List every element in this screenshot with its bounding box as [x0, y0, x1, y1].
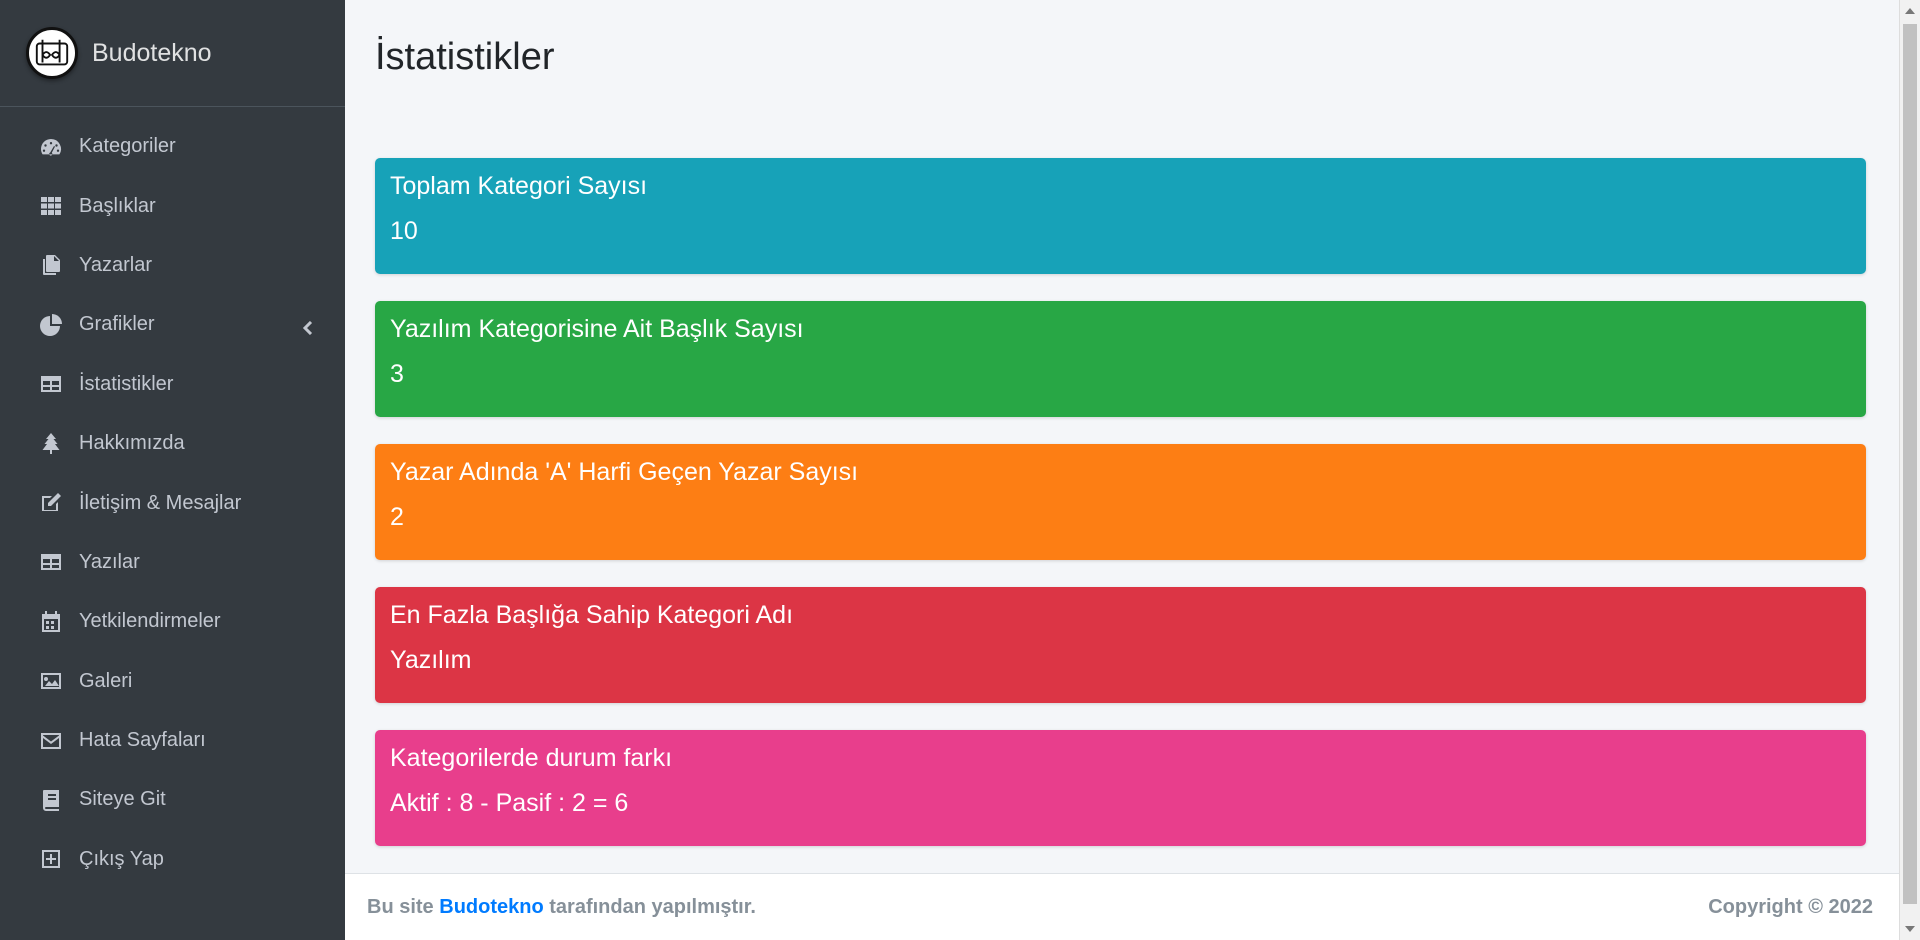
stat-title: Yazar Adında 'A' Harfi Geçen Yazar Sayıs… [390, 458, 859, 486]
footer-credit: Bu site Budotekno tarafından yapılmıştır… [367, 896, 756, 919]
sidebar-item-cikis-yap[interactable]: Çıkış Yap [0, 830, 345, 889]
tachometer-icon [37, 133, 65, 161]
pie-chart-icon [37, 311, 65, 339]
sidebar-item-kategoriler[interactable]: Kategoriler [0, 117, 345, 176]
sidebar-item-label: Hata Sayfaları [79, 729, 206, 752]
stat-title: Kategorilerde durum farkı [390, 744, 673, 772]
stat-title: Toplam Kategori Sayısı [390, 172, 648, 200]
sidebar-item-istatistikler[interactable]: İstatistikler [0, 355, 345, 414]
sidebar: Budotekno Kategoriler Başlıklar Yazarlar… [0, 0, 345, 940]
copy-icon [37, 251, 65, 279]
sidebar-item-label: Yazılar [79, 550, 140, 573]
stat-box-software-titles: Yazılım Kategorisine Ait Başlık Sayısı 3 [375, 301, 1866, 417]
stat-value: 3 [390, 360, 404, 388]
sidebar-item-galeri[interactable]: Galeri [0, 652, 345, 711]
footer-suffix: tarafından yapılmıştır. [549, 895, 756, 918]
sidebar-item-yetkilendirmeler[interactable]: Yetkilendirmeler [0, 592, 345, 651]
sidebar-item-label: Kategoriler [79, 135, 176, 158]
table-icon [37, 370, 65, 398]
sidebar-item-label: Grafikler [79, 313, 155, 336]
stat-title: Yazılım Kategorisine Ait Başlık Sayısı [390, 315, 804, 343]
calendar-icon [37, 608, 65, 636]
stat-title: En Fazla Başlığa Sahip Kategori Adı [390, 601, 794, 629]
envelope-icon [37, 727, 65, 755]
page-title: İstatistikler [375, 36, 555, 78]
sidebar-item-label: İletişim & Mesajlar [79, 491, 242, 514]
stat-value: Yazılım [390, 646, 472, 674]
stat-box-status-difference: Kategorilerde durum farkı Aktif : 8 - Pa… [375, 730, 1866, 846]
sidebar-item-grafikler[interactable]: Grafikler [0, 295, 345, 354]
sidebar-item-label: İstatistikler [79, 372, 174, 395]
sidebar-item-basliklar[interactable]: Başlıklar [0, 176, 345, 235]
stat-box-top-category: En Fazla Başlığa Sahip Kategori Adı Yazı… [375, 587, 1866, 703]
stat-value: 10 [390, 217, 418, 245]
sidebar-item-label: Yetkilendirmeler [79, 610, 221, 633]
sidebar-item-iletisim[interactable]: İletişim & Mesajlar [0, 473, 345, 532]
tree-icon [37, 430, 65, 458]
sidebar-item-hata-sayfalari[interactable]: Hata Sayfaları [0, 711, 345, 770]
page-scrollbar[interactable] [1899, 0, 1920, 940]
table-icon [37, 548, 65, 576]
scrollbar-thumb[interactable] [1903, 24, 1917, 904]
plus-square-icon [37, 845, 65, 873]
sidebar-item-yazilar[interactable]: Yazılar [0, 533, 345, 592]
sidebar-nav: Kategoriler Başlıklar Yazarlar Grafikler [0, 107, 345, 889]
footer-copyright: Copyright © 2022 [1708, 895, 1873, 918]
chevron-left-icon [301, 318, 315, 335]
scroll-down-arrow-icon[interactable] [1905, 926, 1915, 932]
footer-brand-link[interactable]: Budotekno [439, 896, 543, 918]
sidebar-item-siteye-git[interactable]: Siteye Git [0, 770, 345, 829]
brand-name: Budotekno [92, 38, 212, 67]
image-icon [37, 667, 65, 695]
brand-link[interactable]: Budotekno [0, 0, 345, 107]
book-icon [37, 786, 65, 814]
sidebar-item-label: Hakkımızda [79, 432, 185, 455]
stat-value: Aktif : 8 - Pasif : 2 = 6 [390, 789, 629, 817]
bd-logo-icon [26, 27, 78, 79]
stat-box-total-categories: Toplam Kategori Sayısı 10 [375, 158, 1866, 274]
sidebar-item-label: Başlıklar [79, 194, 156, 217]
stat-box-authors-with-a: Yazar Adında 'A' Harfi Geçen Yazar Sayıs… [375, 444, 1866, 560]
scroll-up-arrow-icon[interactable] [1905, 8, 1915, 14]
sidebar-item-label: Çıkış Yap [79, 847, 164, 870]
content-wrapper: İstatistikler Toplam Kategori Sayısı 10 … [345, 0, 1899, 873]
sidebar-item-label: Siteye Git [79, 788, 166, 811]
footer: Bu site Budotekno tarafından yapılmıştır… [345, 873, 1899, 940]
sidebar-item-hakkimizda[interactable]: Hakkımızda [0, 414, 345, 473]
grid-icon [37, 192, 65, 220]
edit-icon [37, 489, 65, 517]
sidebar-item-label: Galeri [79, 669, 133, 692]
footer-prefix: Bu site [367, 895, 434, 918]
sidebar-item-yazarlar[interactable]: Yazarlar [0, 236, 345, 295]
sidebar-item-label: Yazarlar [79, 253, 152, 276]
stat-value: 2 [390, 503, 404, 531]
